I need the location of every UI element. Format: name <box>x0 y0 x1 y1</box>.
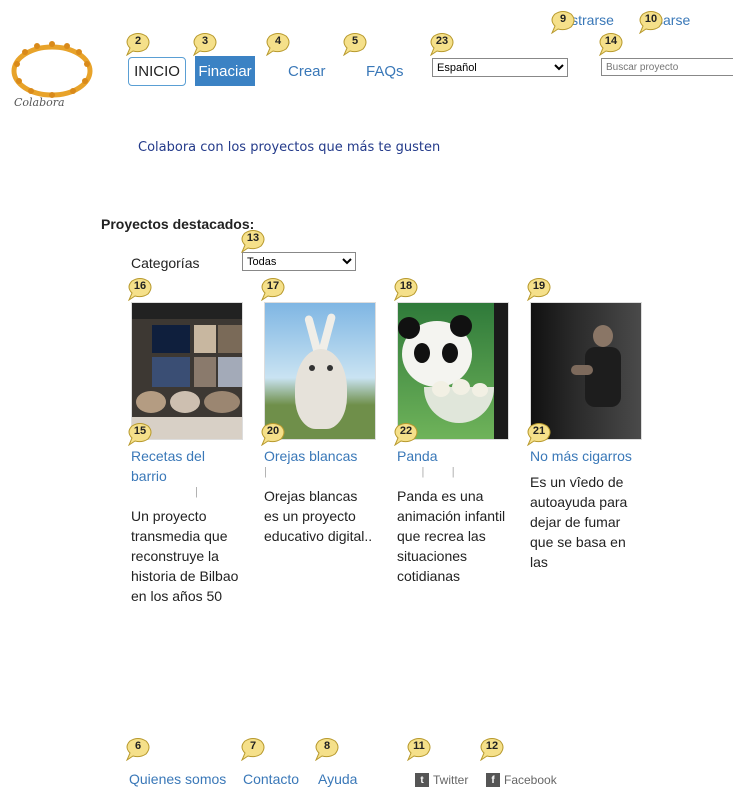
annotation-badge: 4 <box>264 32 292 56</box>
project-description-recetas: Un proyecto transmedia que reconstruye l… <box>131 508 239 604</box>
nav-inicio-button[interactable]: INICIO <box>128 57 186 86</box>
annotation-badge: 14 <box>597 32 625 56</box>
facebook-link[interactable]: f Facebook <box>486 773 557 787</box>
annotation-badge: 17 <box>259 277 287 301</box>
annotation-number: 2 <box>134 35 142 47</box>
footer-contacto-link[interactable]: Contacto <box>243 771 299 787</box>
annotation-number: 5 <box>351 35 359 47</box>
annotation-badge: 3 <box>191 32 219 56</box>
facebook-icon: f <box>486 773 500 787</box>
annotation-badge: 8 <box>313 737 341 761</box>
annotation-badge: 13 <box>239 229 267 253</box>
twitter-label: Twitter <box>433 773 469 787</box>
annotation-number: 23 <box>435 35 449 47</box>
annotation-number: 17 <box>266 280 280 292</box>
annotation-badge: 9 <box>549 10 577 34</box>
nav-crear-link[interactable]: Crear <box>288 63 326 80</box>
annotation-number: 21 <box>532 425 546 437</box>
project-thumbnail-recetas[interactable] <box>131 302 243 440</box>
annotation-number: 15 <box>133 425 147 437</box>
search-input[interactable] <box>601 58 733 76</box>
project-title-panda[interactable]: Panda <box>397 446 509 466</box>
annotation-badge: 5 <box>341 32 369 56</box>
category-select[interactable]: Todas <box>242 252 356 271</box>
project-title-cigarros[interactable]: No más cigarros <box>530 446 642 466</box>
annotation-number: 8 <box>323 740 331 752</box>
featured-title: Proyectos destacados: <box>101 216 255 232</box>
annotation-badge: 11 <box>405 737 433 761</box>
twitter-icon: t <box>415 773 429 787</box>
project-thumbnail-orejas[interactable] <box>264 302 376 440</box>
nav-faqs-link[interactable]: FAQs <box>366 63 404 80</box>
divider: | <box>131 486 199 498</box>
annotation-number: 3 <box>201 35 209 47</box>
footer-ayuda-link[interactable]: Ayuda <box>318 771 357 787</box>
tagline: Colabora con los proyectos que más te gu… <box>138 140 441 155</box>
annotation-badge: 7 <box>239 737 267 761</box>
annotation-number: 22 <box>399 425 413 437</box>
category-label: Categorías <box>131 255 200 271</box>
project-description-panda: Panda es una animación infantil que recr… <box>397 488 506 584</box>
project-description-cigarros: Es un vîedo de autoayuda para dejar de f… <box>530 474 628 570</box>
annotation-number: 14 <box>604 35 618 47</box>
project-description-orejas: Orejas blancas es un proyecto educativo … <box>264 488 373 544</box>
annotation-badge: 10 <box>637 10 665 34</box>
project-title-orejas[interactable]: Orejas blancas <box>264 446 376 466</box>
annotation-number: 12 <box>485 740 499 752</box>
divider: | <box>264 466 267 478</box>
annotation-badge: 22 <box>392 422 420 446</box>
project-thumbnail-cigarros[interactable] <box>530 302 642 440</box>
footer-quienes-link[interactable]: Quienes somos <box>129 771 226 787</box>
annotation-number: 9 <box>559 13 567 25</box>
project-title-recetas[interactable]: Recetas del barrio <box>131 446 243 486</box>
annotation-number: 13 <box>246 232 260 244</box>
annotation-number: 10 <box>644 13 658 25</box>
annotation-badge: 15 <box>126 422 154 446</box>
annotation-number: 19 <box>532 280 546 292</box>
language-select[interactable]: Español <box>432 58 568 77</box>
annotation-badge: 23 <box>428 32 456 56</box>
brand-name: Colabora <box>14 96 65 109</box>
annotation-badge: 21 <box>525 422 553 446</box>
project-card-recetas: Recetas del barrio | Un proyecto transme… <box>131 302 243 606</box>
annotation-number: 4 <box>274 35 282 47</box>
annotation-badge: 2 <box>124 32 152 56</box>
nav-financiar-button[interactable]: Finaciar <box>195 56 255 86</box>
twitter-link[interactable]: t Twitter <box>415 773 468 787</box>
annotation-badge: 19 <box>525 277 553 301</box>
annotation-badge: 18 <box>392 277 420 301</box>
divider: | | <box>397 466 455 478</box>
annotation-number: 18 <box>399 280 413 292</box>
annotation-badge: 12 <box>478 737 506 761</box>
annotation-badge: 6 <box>124 737 152 761</box>
annotation-badge: 16 <box>126 277 154 301</box>
annotation-number: 11 <box>413 740 425 752</box>
annotation-badge: 20 <box>259 422 287 446</box>
project-thumbnail-panda[interactable] <box>397 302 509 440</box>
annotation-number: 7 <box>249 740 257 752</box>
facebook-label: Facebook <box>504 773 557 787</box>
annotation-number: 16 <box>133 280 147 292</box>
annotation-number: 20 <box>266 425 280 437</box>
annotation-number: 6 <box>134 740 142 752</box>
